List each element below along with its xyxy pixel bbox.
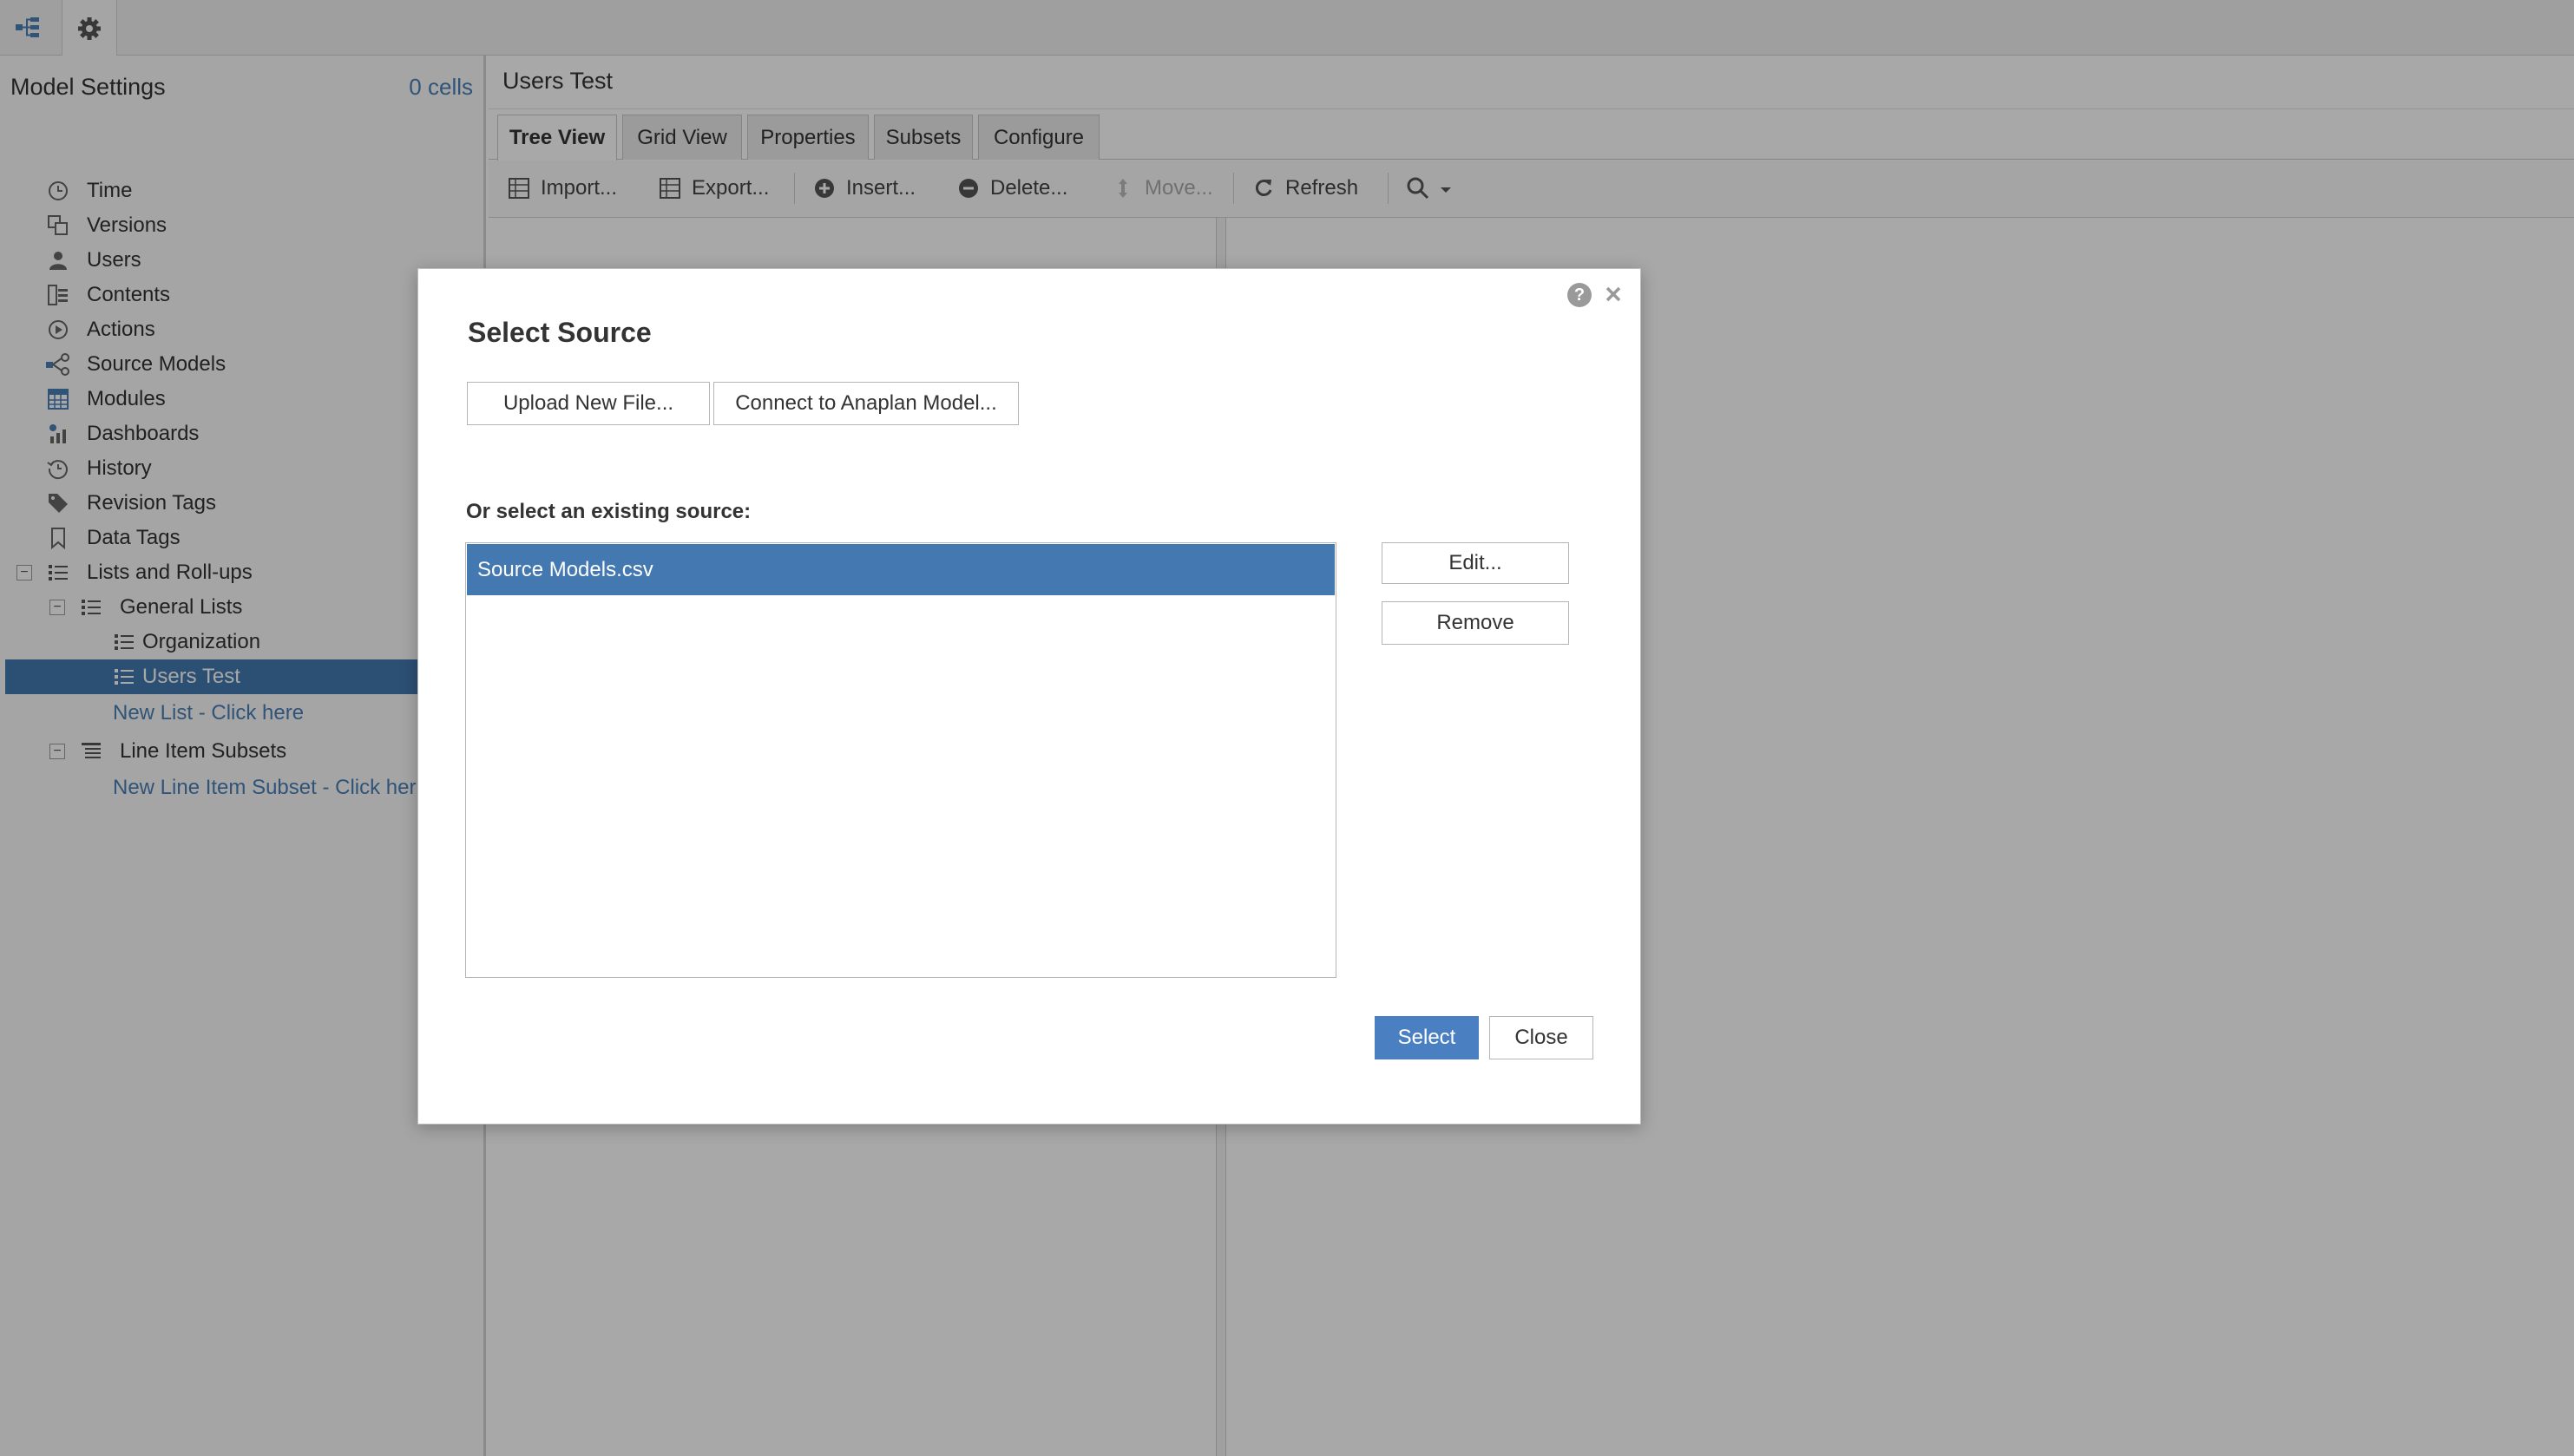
source-list[interactable]: Source Models.csv xyxy=(465,542,1336,978)
dialog-title: Select Source xyxy=(468,317,652,348)
close-button[interactable]: Close xyxy=(1489,1016,1593,1059)
help-icon[interactable]: ? xyxy=(1567,283,1592,307)
existing-source-label: Or select an existing source: xyxy=(466,500,752,523)
select-source-dialog: ? Select Source Upload New File... Conne… xyxy=(417,268,1641,1125)
list-item[interactable]: Source Models.csv xyxy=(467,544,1335,595)
remove-button[interactable]: Remove xyxy=(1382,601,1569,645)
select-button[interactable]: Select xyxy=(1375,1016,1479,1059)
upload-new-file-button[interactable]: Upload New File... xyxy=(467,382,710,425)
edit-button[interactable]: Edit... xyxy=(1382,542,1569,584)
close-icon[interactable] xyxy=(1600,281,1626,307)
connect-anaplan-model-button[interactable]: Connect to Anaplan Model... xyxy=(713,382,1019,425)
